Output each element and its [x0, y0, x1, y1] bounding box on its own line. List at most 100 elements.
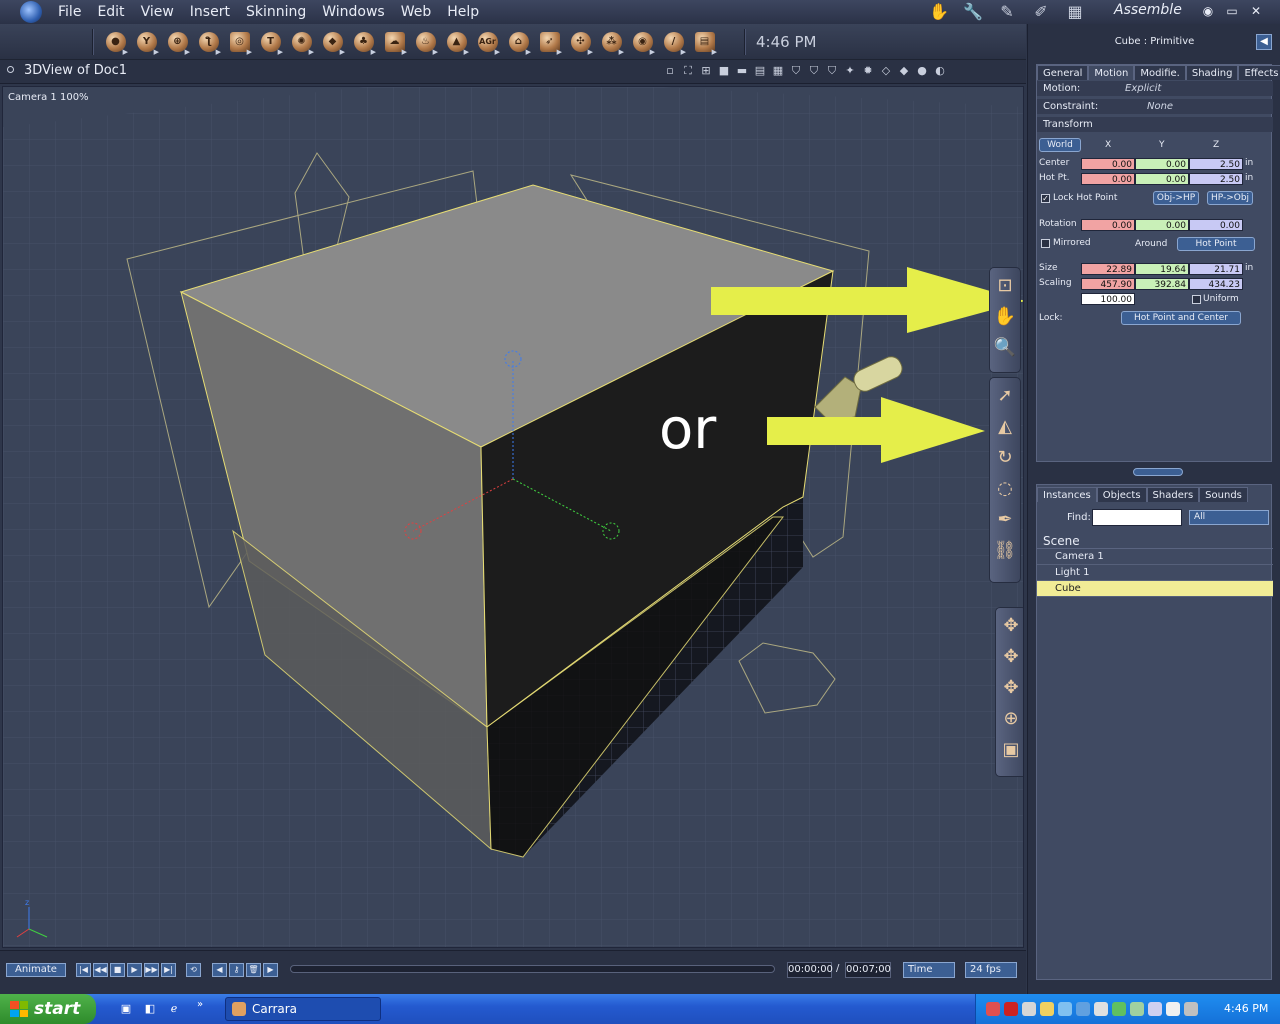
tab-effects[interactable]: Effects [1238, 65, 1280, 80]
scene-root[interactable]: Scene [1037, 533, 1273, 549]
desktop-icon[interactable]: ▣ [118, 1001, 134, 1017]
tray-icon[interactable] [1022, 1002, 1036, 1016]
size-z-field[interactable]: 21.71 [1189, 263, 1243, 275]
fast-forward-button[interactable]: ▶▶ [144, 963, 159, 977]
wireframe-box-icon[interactable]: ◇ [879, 64, 893, 78]
move-tool-icon[interactable]: ◭ [991, 412, 1019, 440]
tray-icon[interactable] [1094, 1002, 1108, 1016]
selection-arrow-icon[interactable]: ➚ [991, 381, 1019, 409]
book-tool-button[interactable]: ▤ ▶ [689, 27, 720, 57]
animate-button[interactable]: Animate [6, 963, 66, 977]
list-item[interactable]: Light 1 [1037, 565, 1273, 581]
menu-web[interactable]: Web [393, 0, 440, 24]
tray-icon[interactable] [1166, 1002, 1180, 1016]
text-tool-button[interactable]: T ▶ [255, 27, 286, 57]
menu-file[interactable]: File [50, 0, 89, 24]
cup-tool-button[interactable]: Y ▶ [131, 27, 162, 57]
more-icon[interactable]: » [192, 997, 208, 1013]
shield-icon[interactable]: ⛉ [825, 64, 839, 78]
trackball-icon[interactable]: ⊕ [997, 704, 1023, 732]
around-select[interactable]: Hot Point [1177, 237, 1255, 251]
spotlight-tool-button[interactable]: ➶ ▶ [534, 27, 565, 57]
tray-icon[interactable] [1130, 1002, 1144, 1016]
app-logo-icon[interactable] [20, 1, 42, 23]
scaling-x-field[interactable]: 457.90 [1081, 278, 1135, 290]
rotation-y-field[interactable]: 0.00 [1135, 219, 1189, 231]
walk-icon[interactable]: ⛶ [681, 64, 695, 78]
start-button[interactable]: start [0, 994, 96, 1024]
wrench-room-icon[interactable]: 🔧 [959, 2, 987, 22]
shield-icon[interactable]: ⛉ [807, 64, 821, 78]
end-time-field[interactable]: 00:07;00 [845, 962, 891, 978]
play-button[interactable]: ▶ [127, 963, 142, 977]
space-select[interactable]: World [1039, 138, 1081, 152]
rewind-button[interactable]: ◀◀ [93, 963, 108, 977]
move-vertical-icon[interactable]: ✥ [997, 673, 1023, 701]
volume-icon[interactable] [1184, 1002, 1198, 1016]
hand-room-icon[interactable]: ✋ [925, 2, 953, 22]
menu-help[interactable]: Help [439, 0, 487, 24]
center-z-field[interactable]: 2.50 [1189, 158, 1243, 170]
rotation-x-field[interactable]: 0.00 [1081, 219, 1135, 231]
lock-hot-point-checkbox[interactable]: ✓ [1041, 194, 1050, 203]
size-y-field[interactable]: 19.64 [1135, 263, 1189, 275]
move-plane-icon[interactable]: ✥ [997, 611, 1023, 639]
camera-tool-button[interactable]: ✣ ▶ [565, 27, 596, 57]
browser-icon[interactable]: ℯ [166, 1001, 182, 1017]
go-end-button[interactable]: ▶| [161, 963, 176, 977]
dolly-icon[interactable]: ⊡ [991, 271, 1019, 299]
two-view-icon[interactable]: ▬ [735, 64, 749, 78]
scaling-z-field[interactable]: 434.23 [1189, 278, 1243, 290]
shaded-sphere-icon[interactable]: ● [915, 64, 929, 78]
tab-instances[interactable]: Instances [1037, 487, 1097, 502]
3d-viewport[interactable]: z Camera 1 100% or ⊡ ✋ 🔍 ➚ ◭ ↻ ◌ ✒ ⛓ ✥ ✥… [2, 86, 1024, 948]
center-y-field[interactable]: 0.00 [1135, 158, 1189, 170]
rotation-z-field[interactable]: 0.00 [1189, 219, 1243, 231]
house-tool-button[interactable]: ⌂ ▶ [503, 27, 534, 57]
motion-row[interactable]: Motion: Explicit [1037, 81, 1273, 96]
collapse-panel-button[interactable]: ◀ [1256, 34, 1272, 50]
tab-shading[interactable]: Shading [1185, 65, 1239, 80]
close-button[interactable]: ✕ [1248, 3, 1264, 19]
target-tool-button[interactable]: ◉ ▶ [627, 27, 658, 57]
particle-tool-button[interactable]: ✺ ▶ [286, 27, 317, 57]
move-depth-icon[interactable]: ✥ [997, 642, 1023, 670]
uniform-scale-field[interactable]: 100.00 [1081, 293, 1135, 305]
taskbar-carrara-button[interactable]: Carrara [225, 997, 381, 1021]
menu-skinning[interactable]: Skinning [238, 0, 314, 24]
go-start-button[interactable]: |◀ [76, 963, 91, 977]
three-view-icon[interactable]: ▤ [753, 64, 767, 78]
bone-tool-button[interactable]: ƪ ▶ [193, 27, 224, 57]
hp-to-obj-button[interactable]: HP->Obj [1207, 191, 1253, 205]
find-input[interactable] [1092, 509, 1182, 526]
film-room-icon[interactable]: ▦ [1061, 2, 1089, 22]
menu-windows[interactable]: Windows [314, 0, 393, 24]
mirrored-checkbox[interactable] [1041, 239, 1050, 248]
current-time-field[interactable]: 00:00;00 [787, 962, 833, 978]
sphere-tool-button[interactable]: ● ▶ [100, 27, 131, 57]
hotpt-y-field[interactable]: 0.00 [1135, 173, 1189, 185]
media-icon[interactable]: ◧ [142, 1001, 158, 1017]
tray-icon[interactable] [1058, 1002, 1072, 1016]
tray-icon[interactable] [1148, 1002, 1162, 1016]
obj-to-hp-button[interactable]: Obj->HP [1153, 191, 1199, 205]
fire-tool-button[interactable]: ♨ ▶ [410, 27, 441, 57]
nav-icon[interactable]: ✦ [843, 64, 857, 78]
transform-header[interactable]: Transform [1037, 117, 1273, 132]
stop-button[interactable]: ■ [110, 963, 125, 977]
ring-tool-button[interactable]: ◎ ▶ [224, 27, 255, 57]
list-item[interactable]: Cube [1037, 581, 1273, 597]
delete-key-button[interactable]: 🗑 [246, 963, 261, 977]
orbit-icon[interactable]: ✹ [861, 64, 875, 78]
tray-icon[interactable] [1112, 1002, 1126, 1016]
scaling-y-field[interactable]: 392.84 [1135, 278, 1189, 290]
group-tool-button[interactable]: ⁂ ▶ [596, 27, 627, 57]
tab-modifiers[interactable]: Modifie. [1134, 65, 1186, 80]
tab-general[interactable]: General [1037, 65, 1089, 80]
hotpt-z-field[interactable]: 2.50 [1189, 173, 1243, 185]
wand-tool-button[interactable]: / ▶ [658, 27, 689, 57]
pen-room-icon[interactable]: ✎ [993, 2, 1021, 22]
uniform-checkbox[interactable] [1192, 295, 1201, 304]
eyedropper-icon[interactable]: ✒ [991, 505, 1019, 533]
tray-icon[interactable] [1040, 1002, 1054, 1016]
